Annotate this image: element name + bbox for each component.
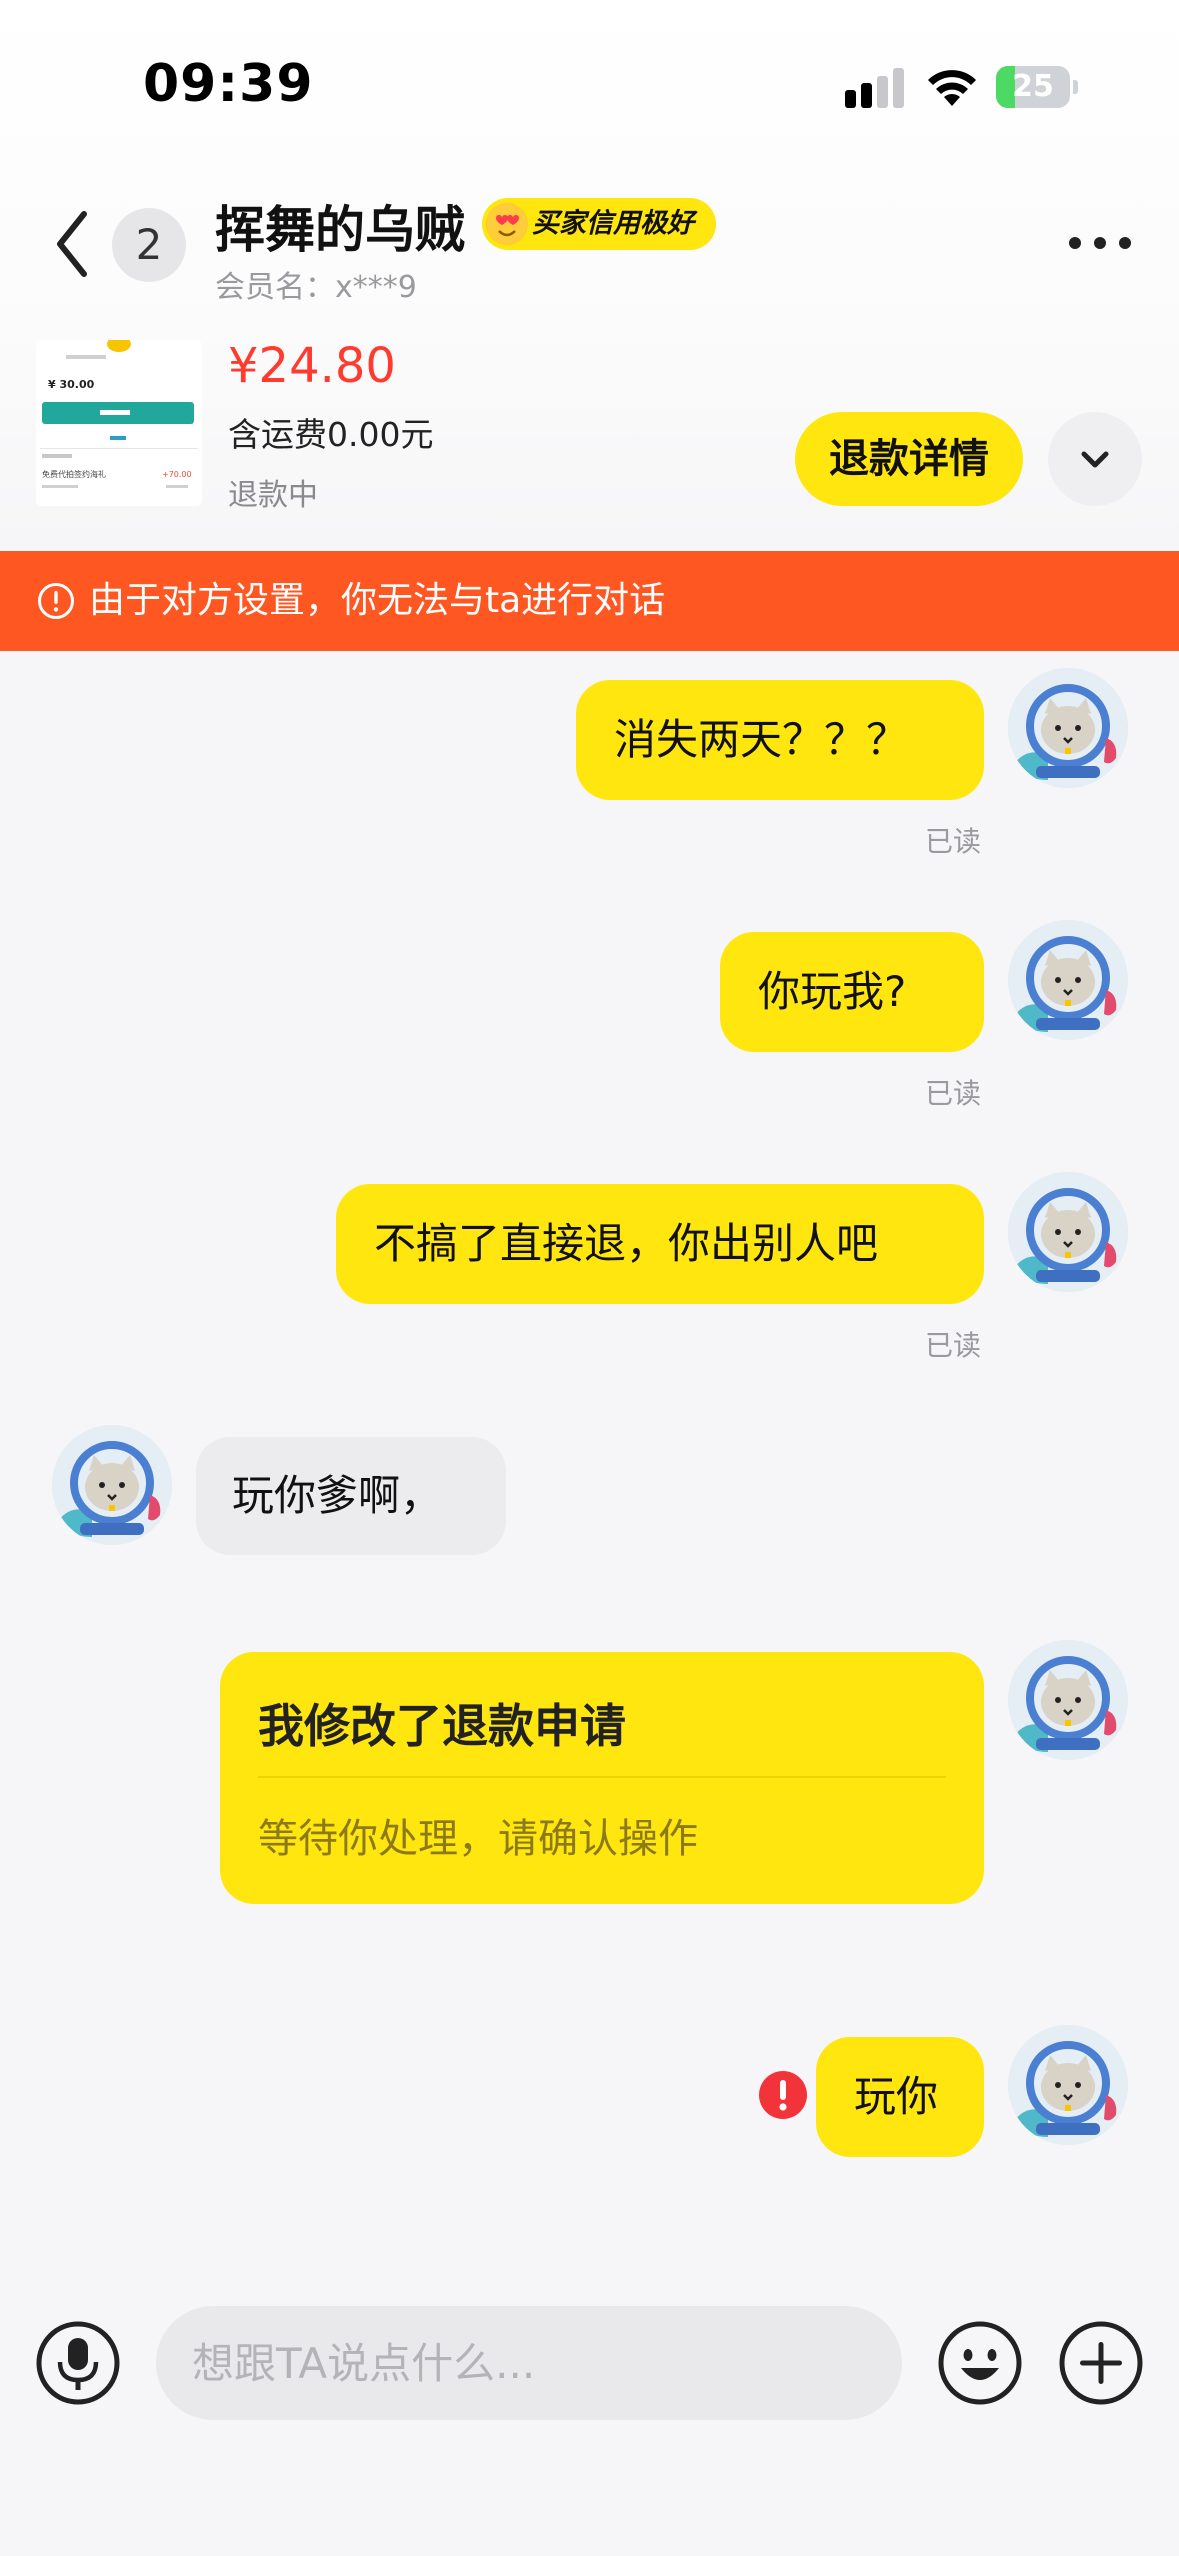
banner-text: 由于对方设置，你无法与ta进行对话 bbox=[89, 580, 666, 621]
status-time: 09:39 bbox=[143, 54, 314, 114]
contact-avatar[interactable] bbox=[52, 1425, 172, 1545]
warning-circle-icon bbox=[38, 583, 74, 619]
message-input[interactable] bbox=[156, 2306, 902, 2420]
heart-eyes-emoji-icon bbox=[486, 203, 528, 245]
member-name: 会员名：x***9 bbox=[215, 270, 417, 305]
cat-astronaut-avatar-icon bbox=[52, 1425, 172, 1545]
more-options-icon[interactable] bbox=[1065, 230, 1135, 256]
my-avatar[interactable] bbox=[1008, 920, 1128, 1040]
cat-astronaut-avatar-icon bbox=[1008, 1640, 1128, 1760]
cat-astronaut-avatar-icon bbox=[1008, 920, 1128, 1040]
my-avatar[interactable] bbox=[1008, 1172, 1128, 1292]
plus-icon[interactable] bbox=[1058, 2320, 1144, 2406]
expand-order-button[interactable] bbox=[1048, 412, 1142, 506]
thumbnail-amount: ¥ 30.00 bbox=[48, 378, 95, 391]
message-bubble[interactable]: 消失两天？？？ bbox=[576, 680, 984, 800]
my-avatar[interactable] bbox=[1008, 2025, 1128, 2145]
send-failed-icon[interactable] bbox=[758, 2070, 808, 2120]
read-receipt: 已读 bbox=[925, 1077, 982, 1110]
cellular-signal-icon bbox=[845, 68, 904, 108]
message-text: 玩你 bbox=[854, 2072, 939, 2121]
message-bubble[interactable]: 不搞了直接退，你出别人吧 bbox=[336, 1184, 984, 1304]
battery-level: 25 bbox=[1012, 69, 1054, 104]
card-subtitle: 等待你处理，请确认操作 bbox=[258, 1816, 698, 1862]
wifi-icon bbox=[928, 70, 976, 106]
cat-astronaut-avatar-icon bbox=[1008, 668, 1128, 788]
message-bubble[interactable]: 你玩我? bbox=[720, 932, 984, 1052]
cat-astronaut-avatar-icon bbox=[1008, 2025, 1128, 2145]
shipping-fee: 含运费0.00元 bbox=[228, 415, 434, 454]
cat-astronaut-avatar-icon bbox=[1008, 1172, 1128, 1292]
microphone-icon[interactable] bbox=[35, 2320, 121, 2406]
unread-count-badge[interactable]: 2 bbox=[112, 208, 186, 282]
message-text: 消失两天？？？ bbox=[614, 715, 909, 764]
message-text: 你玩我? bbox=[758, 967, 907, 1016]
message-text: 不搞了直接退，你出别人吧 bbox=[374, 1219, 879, 1268]
thumbnail-item-title: 免费代拍签约海礼 bbox=[42, 469, 106, 479]
message-bubble[interactable]: 玩你爹啊， bbox=[196, 1437, 506, 1555]
emoji-icon[interactable] bbox=[937, 2320, 1023, 2406]
battery-icon: 25 bbox=[996, 66, 1078, 108]
product-thumbnail[interactable]: ¥ 30.00 免费代拍签约海礼 +70.00 bbox=[36, 340, 202, 506]
product-thumbnail-image: ¥ 30.00 免费代拍签约海礼 +70.00 bbox=[36, 340, 202, 506]
refund-details-button[interactable]: 退款详情 bbox=[795, 412, 1023, 506]
message-bubble[interactable]: 玩你 bbox=[816, 2037, 984, 2157]
read-receipt: 已读 bbox=[925, 825, 982, 858]
my-avatar[interactable] bbox=[1008, 668, 1128, 788]
back-arrow-icon[interactable] bbox=[48, 206, 98, 282]
refund-change-card[interactable]: 我修改了退款申请 等待你处理，请确认操作 bbox=[220, 1652, 984, 1904]
blocked-conversation-banner: 由于对方设置，你无法与ta进行对话 bbox=[0, 551, 1179, 651]
card-divider bbox=[258, 1776, 946, 1778]
status-bar: 09:39 25 bbox=[0, 0, 1179, 150]
order-status: 退款中 bbox=[228, 478, 318, 513]
credit-badge[interactable]: 买家信用极好 bbox=[482, 198, 716, 250]
card-title: 我修改了退款申请 bbox=[258, 1699, 626, 1753]
chevron-down-icon bbox=[1081, 451, 1109, 468]
contact-name[interactable]: 挥舞的乌贼 bbox=[215, 190, 465, 262]
thumbnail-item-amount: +70.00 bbox=[162, 470, 192, 479]
credit-badge-label: 买家信用极好 bbox=[532, 208, 694, 239]
my-avatar[interactable] bbox=[1008, 1640, 1128, 1760]
read-receipt: 已读 bbox=[925, 1329, 982, 1362]
input-bar bbox=[0, 2260, 1179, 2556]
message-text: 玩你爹啊， bbox=[232, 1471, 443, 1520]
order-price: ¥24.80 bbox=[228, 338, 396, 394]
